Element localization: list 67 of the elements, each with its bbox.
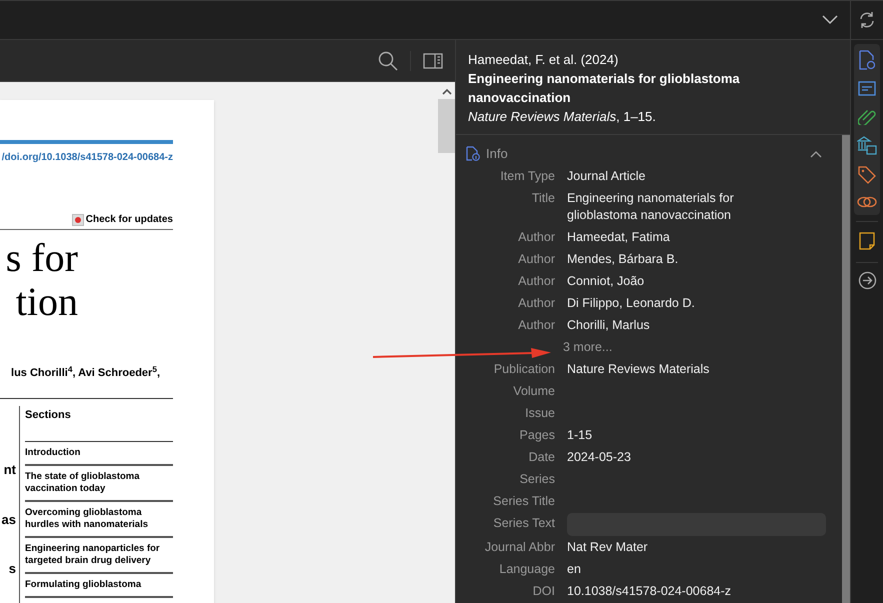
tag-icon[interactable] — [858, 166, 876, 184]
scroll-up-icon[interactable] — [442, 88, 452, 95]
note-icon[interactable] — [859, 232, 875, 250]
field-value[interactable]: Nat Rev Mater — [567, 538, 708, 556]
abstract-icon[interactable] — [858, 81, 876, 96]
document-info-icon — [466, 146, 480, 161]
column-text-fragment: as — [2, 510, 16, 528]
field-label: Issue — [525, 406, 555, 420]
field-label: Author — [518, 252, 555, 266]
section-link[interactable]: Introduction — [25, 442, 173, 466]
field-value[interactable]: Engineering nanomaterials for glioblastoma nanovaccination — [567, 190, 834, 224]
author-line: lus Chorilli$^{4}$, Avi Schroeder$^{5}$, — [11, 365, 160, 381]
column-text-fragment: nt — [4, 461, 16, 479]
more-authors-link[interactable]: 3 more... — [563, 338, 612, 356]
refresh-icon[interactable] — [858, 11, 876, 29]
field-label: Author — [518, 230, 555, 244]
field-label: Journal Abbr — [484, 540, 555, 554]
citation-journal: Nature Reviews Materials, 1–15. — [468, 108, 657, 126]
section-heading[interactable]: Info — [486, 144, 508, 164]
library-icon[interactable] — [857, 136, 877, 155]
section-link[interactable]: Overcoming glioblastoma hurdles with nanomaterials — [25, 502, 173, 538]
field-label: Author — [518, 296, 555, 310]
chevron-down-icon[interactable] — [822, 15, 838, 25]
field-label: Date — [528, 450, 555, 464]
search-icon[interactable] — [378, 50, 398, 70]
field-value[interactable]: en — [567, 560, 641, 578]
link-icon[interactable] — [857, 195, 877, 209]
field-value[interactable]: Mendes, Bárbara B. — [567, 250, 738, 268]
doi-link[interactable]: /doi.org/10.1038/s41578-024-00684-z — [2, 150, 173, 165]
article-title-line: s for — [6, 236, 78, 280]
field-label: DOI — [532, 584, 555, 598]
sections-heading: Sections — [25, 404, 173, 442]
scrollbar-thumb[interactable] — [842, 135, 850, 603]
check-updates-link[interactable]: Check for updates — [86, 212, 173, 227]
field-label: Volume — [513, 384, 555, 398]
paperclip-icon[interactable] — [858, 107, 876, 125]
field-value[interactable]: Conniot, João — [567, 272, 704, 290]
update-badge-icon — [72, 214, 84, 226]
chevron-up-icon[interactable] — [810, 150, 822, 158]
field-label: Item Type — [500, 168, 555, 182]
field-label: Language — [499, 562, 555, 576]
section-link[interactable]: The state of glioblastoma vaccination today — [25, 466, 173, 502]
field-value[interactable]: Di Filippo, Leonardo D. — [567, 294, 755, 312]
citation-title: Engineering nanomaterials for glioblastoma nanovaccination — [468, 70, 741, 107]
field-label: Author — [518, 318, 555, 332]
field-value[interactable]: Nature Reviews Materials — [567, 360, 770, 378]
article-title-line: tion — [16, 280, 78, 324]
field-label: Title — [532, 190, 555, 204]
field-label: Author — [518, 274, 555, 288]
field-value[interactable]: Hameedat, Fatima — [567, 228, 730, 246]
field-label: Pages — [520, 428, 555, 442]
field-label: Series Title — [493, 494, 555, 508]
field-value[interactable]: Chorilli, Marlus — [567, 316, 710, 334]
section-link[interactable]: Formulating glioblastoma — [25, 574, 173, 598]
sidebar-toggle-icon[interactable] — [423, 52, 443, 68]
field-label: Publication — [494, 362, 555, 376]
document-info-icon[interactable] — [859, 50, 875, 70]
field-value[interactable]: 2024-05-23 — [567, 448, 691, 466]
field-value[interactable]: 10.1038/s41578-024-00684-z — [567, 582, 792, 600]
field-label: Series — [520, 472, 555, 486]
field-value[interactable]: 1-15 — [567, 426, 652, 444]
citation-authors: Hameedat, F. et al. (2024) — [468, 51, 620, 69]
scrollbar-thumb[interactable] — [438, 99, 455, 153]
field-value[interactable]: Journal Article — [567, 168, 706, 184]
field-label: Series Text — [493, 516, 555, 530]
column-text-fragment: s — [8, 560, 16, 578]
section-link[interactable]: Engineering nanoparticles for targeted brain drug delivery — [25, 538, 173, 574]
